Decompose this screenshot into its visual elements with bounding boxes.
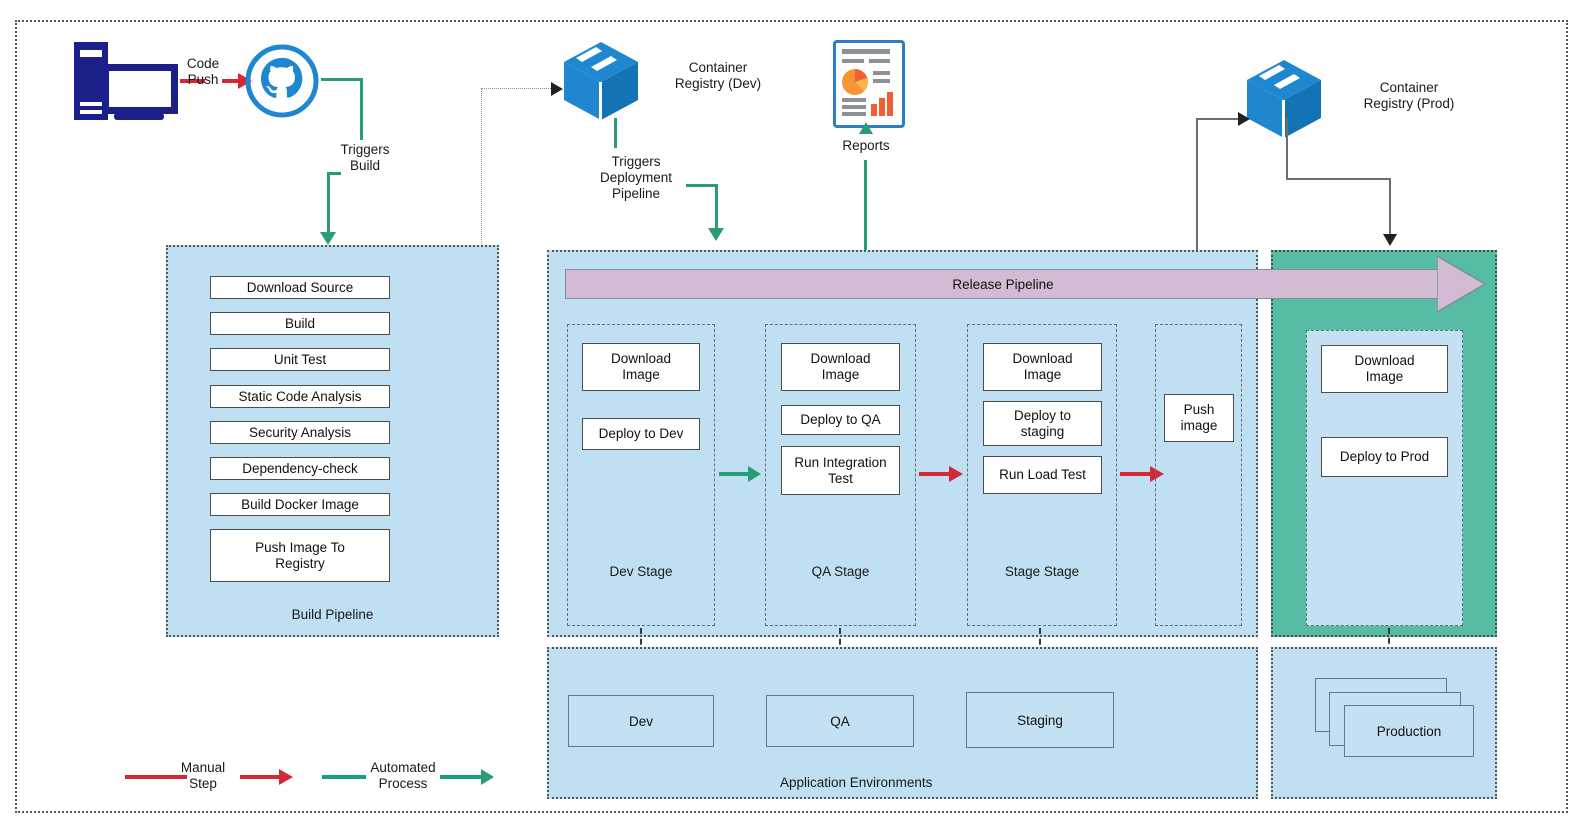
push-to-prodreg-line-h (1196, 118, 1242, 120)
release-step-push-image[interactable]: Push image (1164, 394, 1234, 442)
push-to-devreg-dotted-h2 (481, 88, 553, 89)
stage-step-download-image[interactable]: Download Image (983, 343, 1102, 391)
report-document-icon (833, 40, 905, 128)
prod-step-download-image[interactable]: Download Image (1321, 345, 1448, 393)
build-step-security-analysis[interactable]: Security Analysis (210, 421, 390, 444)
stage-label-stage: Stage Stage (1004, 564, 1080, 579)
release-pipeline-band: Release Pipeline (565, 269, 1441, 299)
triggers-build-label: Triggers Build (340, 142, 390, 173)
diagram-canvas: Code Push Triggers Build Container Regis… (0, 0, 1583, 837)
triggers-build-elbow (327, 172, 341, 175)
container-registry-prod-icon (1245, 58, 1323, 140)
dev-to-qa-line (719, 472, 751, 476)
build-step-build-docker-image[interactable]: Build Docker Image (210, 493, 390, 516)
reports-label: Reports (842, 138, 890, 153)
qa-step-run-integration-test[interactable]: Run Integration Test (781, 446, 900, 495)
dev-step-deploy-to-dev[interactable]: Deploy to Dev (582, 418, 700, 450)
env-box-dev[interactable]: Dev (568, 695, 714, 747)
triggers-deploy-arrowhead (708, 228, 724, 241)
triggers-deploy-line-v2 (715, 184, 718, 234)
triggers-deployment-label: Triggers Deployment Pipeline (599, 154, 673, 201)
legend-manual-arrowhead (279, 769, 293, 785)
build-pipeline-label: Build Pipeline (291, 607, 374, 622)
qa-step-deploy-to-qa[interactable]: Deploy to QA (781, 405, 900, 435)
prodreg-down-line-v1 (1286, 118, 1288, 180)
legend-automated-line-right (440, 775, 484, 779)
qa-to-stage-arrowhead (949, 466, 963, 482)
stage-label-dev: Dev Stage (609, 564, 673, 579)
triggers-build-line-v2 (327, 172, 330, 238)
legend-manual-label: Manual Step (180, 760, 226, 791)
build-step-build[interactable]: Build (210, 312, 390, 335)
container-registry-dev-icon (562, 40, 640, 122)
reports-line (864, 160, 867, 250)
triggers-build-line-v1 (360, 78, 363, 140)
dev-step-download-image[interactable]: Download Image (582, 343, 700, 391)
prodreg-down-line-h (1286, 178, 1390, 180)
code-push-label: Code Push (186, 56, 220, 87)
build-step-push-image-to-registry[interactable]: Push Image To Registry (210, 529, 390, 582)
stage-col-push (1155, 324, 1242, 626)
qa-to-stage-line (919, 472, 952, 476)
stage-to-push-line (1120, 472, 1153, 476)
release-pipeline-arrowhead (1436, 254, 1487, 314)
env-box-staging[interactable]: Staging (966, 692, 1114, 748)
github-octocat-icon (243, 42, 321, 120)
build-step-dependency-check[interactable]: Dependency-check (210, 457, 390, 480)
stage-label-qa: QA Stage (811, 564, 870, 579)
dev-to-qa-arrowhead (748, 466, 761, 482)
prod-step-deploy-to-prod[interactable]: Deploy to Prod (1321, 437, 1448, 477)
triggers-deploy-line-v1 (614, 118, 617, 148)
reports-arrowhead (859, 122, 873, 134)
legend-automated-arrowhead (481, 769, 494, 785)
container-registry-prod-label: Container Registry (Prod) (1363, 80, 1455, 111)
build-step-download-source[interactable]: Download Source (210, 276, 390, 299)
triggers-deploy-line-h (686, 184, 718, 187)
build-step-unit-test[interactable]: Unit Test (210, 348, 390, 371)
triggers-build-arrowhead (320, 232, 336, 245)
push-to-prodreg-arrowhead (1238, 112, 1250, 126)
env-box-qa[interactable]: QA (766, 695, 914, 747)
triggers-build-line-h (321, 78, 363, 81)
legend-automated-label: Automated Process (370, 760, 436, 791)
stage-step-deploy-to-staging[interactable]: Deploy to staging (983, 401, 1102, 446)
container-registry-dev-label: Container Registry (Dev) (674, 60, 762, 91)
legend-manual-line-right (240, 775, 282, 779)
env-box-production[interactable]: Production (1344, 705, 1474, 757)
prodreg-down-line-v2 (1389, 178, 1391, 240)
stage-step-run-load-test[interactable]: Run Load Test (983, 456, 1102, 494)
qa-step-download-image[interactable]: Download Image (781, 343, 900, 391)
build-step-static-code-analysis[interactable]: Static Code Analysis (210, 385, 390, 408)
prodreg-down-arrowhead (1383, 234, 1397, 246)
